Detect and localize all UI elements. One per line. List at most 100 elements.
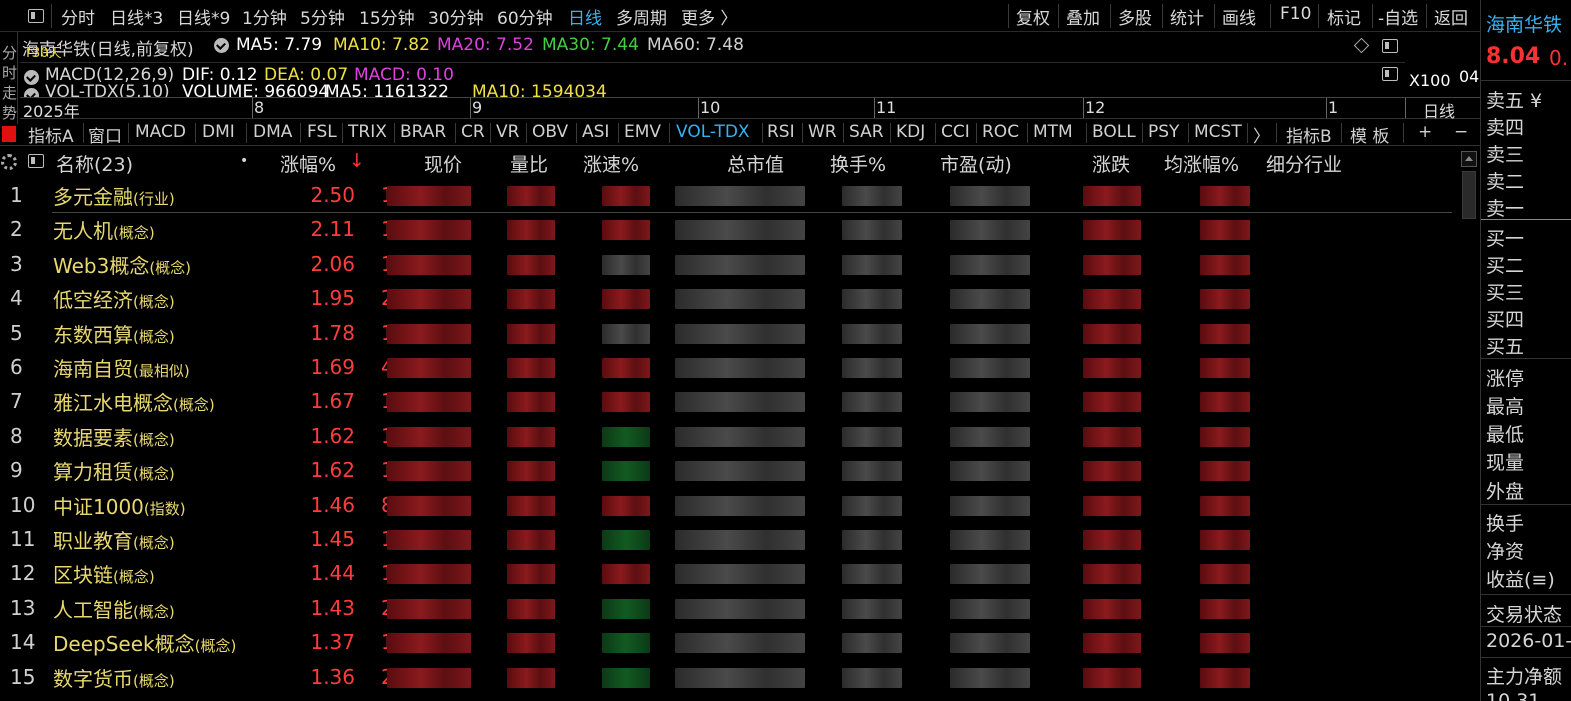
table-row[interactable]: 3Web3概念(概念)2.061 bbox=[0, 248, 1455, 282]
indicator-tab-window[interactable]: 窗口 bbox=[88, 122, 122, 147]
tab-daily-9[interactable]: 日线*9 bbox=[177, 4, 230, 29]
row-name[interactable]: 职业教育(概念) bbox=[53, 525, 175, 554]
scroll-up-icon[interactable] bbox=[1461, 151, 1477, 167]
scrollbar[interactable] bbox=[1458, 147, 1480, 227]
tab-daily-3[interactable]: 日线*3 bbox=[110, 4, 163, 29]
indicator-tab-kdj[interactable]: KDJ bbox=[896, 122, 925, 142]
indicator-tab-obv[interactable]: OBV bbox=[532, 122, 568, 142]
indicator-tab-roc[interactable]: ROC bbox=[982, 122, 1019, 142]
tab-60min[interactable]: 60分钟 bbox=[497, 4, 553, 29]
indicator-tab-cr[interactable]: CR bbox=[461, 122, 485, 142]
indicator-tab-fsl[interactable]: FSL bbox=[307, 122, 337, 142]
tab-5min[interactable]: 5分钟 bbox=[300, 4, 345, 29]
indicator-tab-asi[interactable]: ASI bbox=[582, 122, 609, 142]
indicator-tab-brar[interactable]: BRAR bbox=[400, 122, 446, 142]
indicator-tab-dma[interactable]: DMA bbox=[253, 122, 292, 142]
row-name[interactable]: 东数西算(概念) bbox=[53, 319, 175, 348]
indicator-tab-psy[interactable]: PSY bbox=[1148, 122, 1179, 142]
draw-line-button[interactable]: 画线 bbox=[1222, 4, 1256, 29]
col-speed-pct[interactable]: 涨速% bbox=[583, 150, 639, 177]
tab-fenshi[interactable]: 分时 bbox=[61, 4, 95, 29]
panel-toggle-icon[interactable] bbox=[28, 9, 44, 23]
indicator-tab-cci[interactable]: CCI bbox=[941, 122, 970, 142]
indicator-tab-mtm[interactable]: MTM bbox=[1033, 122, 1073, 142]
statistics-button[interactable]: 统计 bbox=[1170, 4, 1204, 29]
indicator-tab-boll[interactable]: BOLL bbox=[1092, 122, 1136, 142]
table-row[interactable]: 14DeepSeek概念(概念)1.371 bbox=[0, 626, 1455, 660]
table-row[interactable]: 7雅江水电概念(概念)1.671 bbox=[0, 385, 1455, 419]
period-label[interactable]: 日线 bbox=[1423, 98, 1455, 122]
minus-button[interactable]: − bbox=[1454, 122, 1468, 142]
indicator-tab-macd[interactable]: MACD bbox=[135, 122, 186, 142]
row-name[interactable]: 区块链(概念) bbox=[53, 559, 155, 588]
table-row[interactable]: 9算力租赁(概念)1.621 bbox=[0, 454, 1455, 488]
col-change[interactable]: 涨跌 bbox=[1092, 150, 1130, 177]
table-row[interactable]: 4低空经济(概念)1.952 bbox=[0, 282, 1455, 316]
col-pe[interactable]: 市盈(动) bbox=[940, 150, 1012, 177]
indicator-tab-dmi[interactable]: DMI bbox=[202, 122, 235, 142]
row-name[interactable]: 多元金融(行业) bbox=[53, 181, 175, 210]
row-name[interactable]: 低空经济(概念) bbox=[53, 284, 175, 313]
plus-button[interactable]: + bbox=[1418, 122, 1432, 142]
col-change-pct[interactable]: 涨幅% bbox=[280, 150, 336, 177]
row-name[interactable]: 中证1000(指数) bbox=[53, 491, 186, 520]
table-row[interactable]: 13人工智能(概念)1.432 bbox=[0, 592, 1455, 626]
indicator-a-button[interactable]: 指标A bbox=[28, 122, 74, 147]
indicator-tab-trix[interactable]: TRIX bbox=[348, 122, 387, 142]
row-name[interactable]: DeepSeek概念(概念) bbox=[53, 628, 236, 657]
remove-watchlist-button[interactable]: -自选 bbox=[1378, 4, 1418, 29]
row-name[interactable]: 无人机(概念) bbox=[53, 215, 155, 244]
table-row[interactable]: 8数据要素(概念)1.621 bbox=[0, 420, 1455, 454]
indicator-tab-wr[interactable]: WR bbox=[808, 122, 837, 142]
ma-settings-icon[interactable] bbox=[214, 38, 229, 53]
indicator-tab-vr[interactable]: VR bbox=[496, 122, 519, 142]
tab-30min[interactable]: 30分钟 bbox=[428, 4, 484, 29]
table-row[interactable]: 6海南自贸(最相似)1.694 bbox=[0, 351, 1455, 385]
overlay-button[interactable]: 叠加 bbox=[1066, 4, 1100, 29]
table-row[interactable]: 10中证1000(指数)1.468 bbox=[0, 489, 1455, 523]
row-name[interactable]: 海南自贸(最相似) bbox=[53, 353, 190, 382]
table-row[interactable]: 12区块链(概念)1.441 bbox=[0, 557, 1455, 591]
table-row[interactable]: 5东数西算(概念)1.781 bbox=[0, 317, 1455, 351]
window-toggle-icon[interactable] bbox=[1382, 39, 1398, 53]
mark-button[interactable]: 标记 bbox=[1327, 4, 1361, 29]
col-industry[interactable]: 细分行业 bbox=[1266, 150, 1342, 177]
col-volume-ratio[interactable]: 量比 bbox=[510, 150, 548, 177]
multi-stock-button[interactable]: 多股 bbox=[1118, 4, 1152, 29]
table-row[interactable]: 11职业教育(概念)1.451 bbox=[0, 523, 1455, 557]
row-name[interactable]: 算力租赁(概念) bbox=[53, 456, 175, 485]
template-button[interactable]: 模 板 bbox=[1350, 122, 1389, 147]
col-turnover[interactable]: 换手% bbox=[830, 150, 886, 177]
row-name[interactable]: Web3概念(概念) bbox=[53, 250, 191, 279]
f10-button[interactable]: F10 bbox=[1280, 4, 1311, 24]
row-name[interactable]: 数字货币(概念) bbox=[53, 663, 175, 692]
table-row[interactable]: 15数字货币(概念)1.362 bbox=[0, 661, 1455, 695]
table-row[interactable]: 2无人机(概念)2.111 bbox=[0, 213, 1455, 247]
back-button[interactable]: 返回 bbox=[1434, 4, 1468, 29]
tab-multi-period[interactable]: 多周期 bbox=[616, 4, 667, 29]
window-toggle-icon[interactable] bbox=[1382, 67, 1398, 81]
row-name[interactable]: 人工智能(概念) bbox=[53, 594, 175, 623]
stock-title[interactable]: 海南华铁 bbox=[1486, 10, 1562, 37]
indicator-tab-rsi[interactable]: RSI bbox=[767, 122, 795, 142]
tab-1min[interactable]: 1分钟 bbox=[242, 4, 287, 29]
col-name[interactable]: 名称(23) bbox=[56, 150, 133, 177]
table-row[interactable]: 1多元金融(行业)2.501 bbox=[0, 179, 1455, 213]
row-name[interactable]: 雅江水电概念(概念) bbox=[53, 387, 215, 416]
restore-rights-button[interactable]: 复权 bbox=[1016, 4, 1050, 29]
macd-settings-icon[interactable] bbox=[24, 70, 39, 85]
intraday-vertical-tab[interactable]: 分 时 走 势 bbox=[0, 32, 18, 124]
col-price[interactable]: 现价 bbox=[424, 150, 462, 177]
indicator-tab-more[interactable]: 〉 bbox=[1253, 122, 1270, 147]
indicator-tab-emv[interactable]: EMV bbox=[624, 122, 661, 142]
indicator-tab-vol-tdx[interactable]: VOL-TDX bbox=[676, 122, 750, 142]
indicator-tab-mcst[interactable]: MCST bbox=[1194, 122, 1242, 142]
indicator-b-button[interactable]: 指标B bbox=[1286, 122, 1332, 147]
row-name[interactable]: 数据要素(概念) bbox=[53, 422, 175, 451]
scroll-thumb[interactable] bbox=[1462, 171, 1476, 219]
indicator-tab-sar[interactable]: SAR bbox=[849, 122, 884, 142]
col-avg-change[interactable]: 均涨幅% bbox=[1164, 150, 1239, 177]
tab-more[interactable]: 更多 〉 bbox=[681, 4, 737, 29]
tab-daily[interactable]: 日线 bbox=[568, 4, 602, 29]
diamond-icon[interactable] bbox=[1353, 37, 1370, 54]
